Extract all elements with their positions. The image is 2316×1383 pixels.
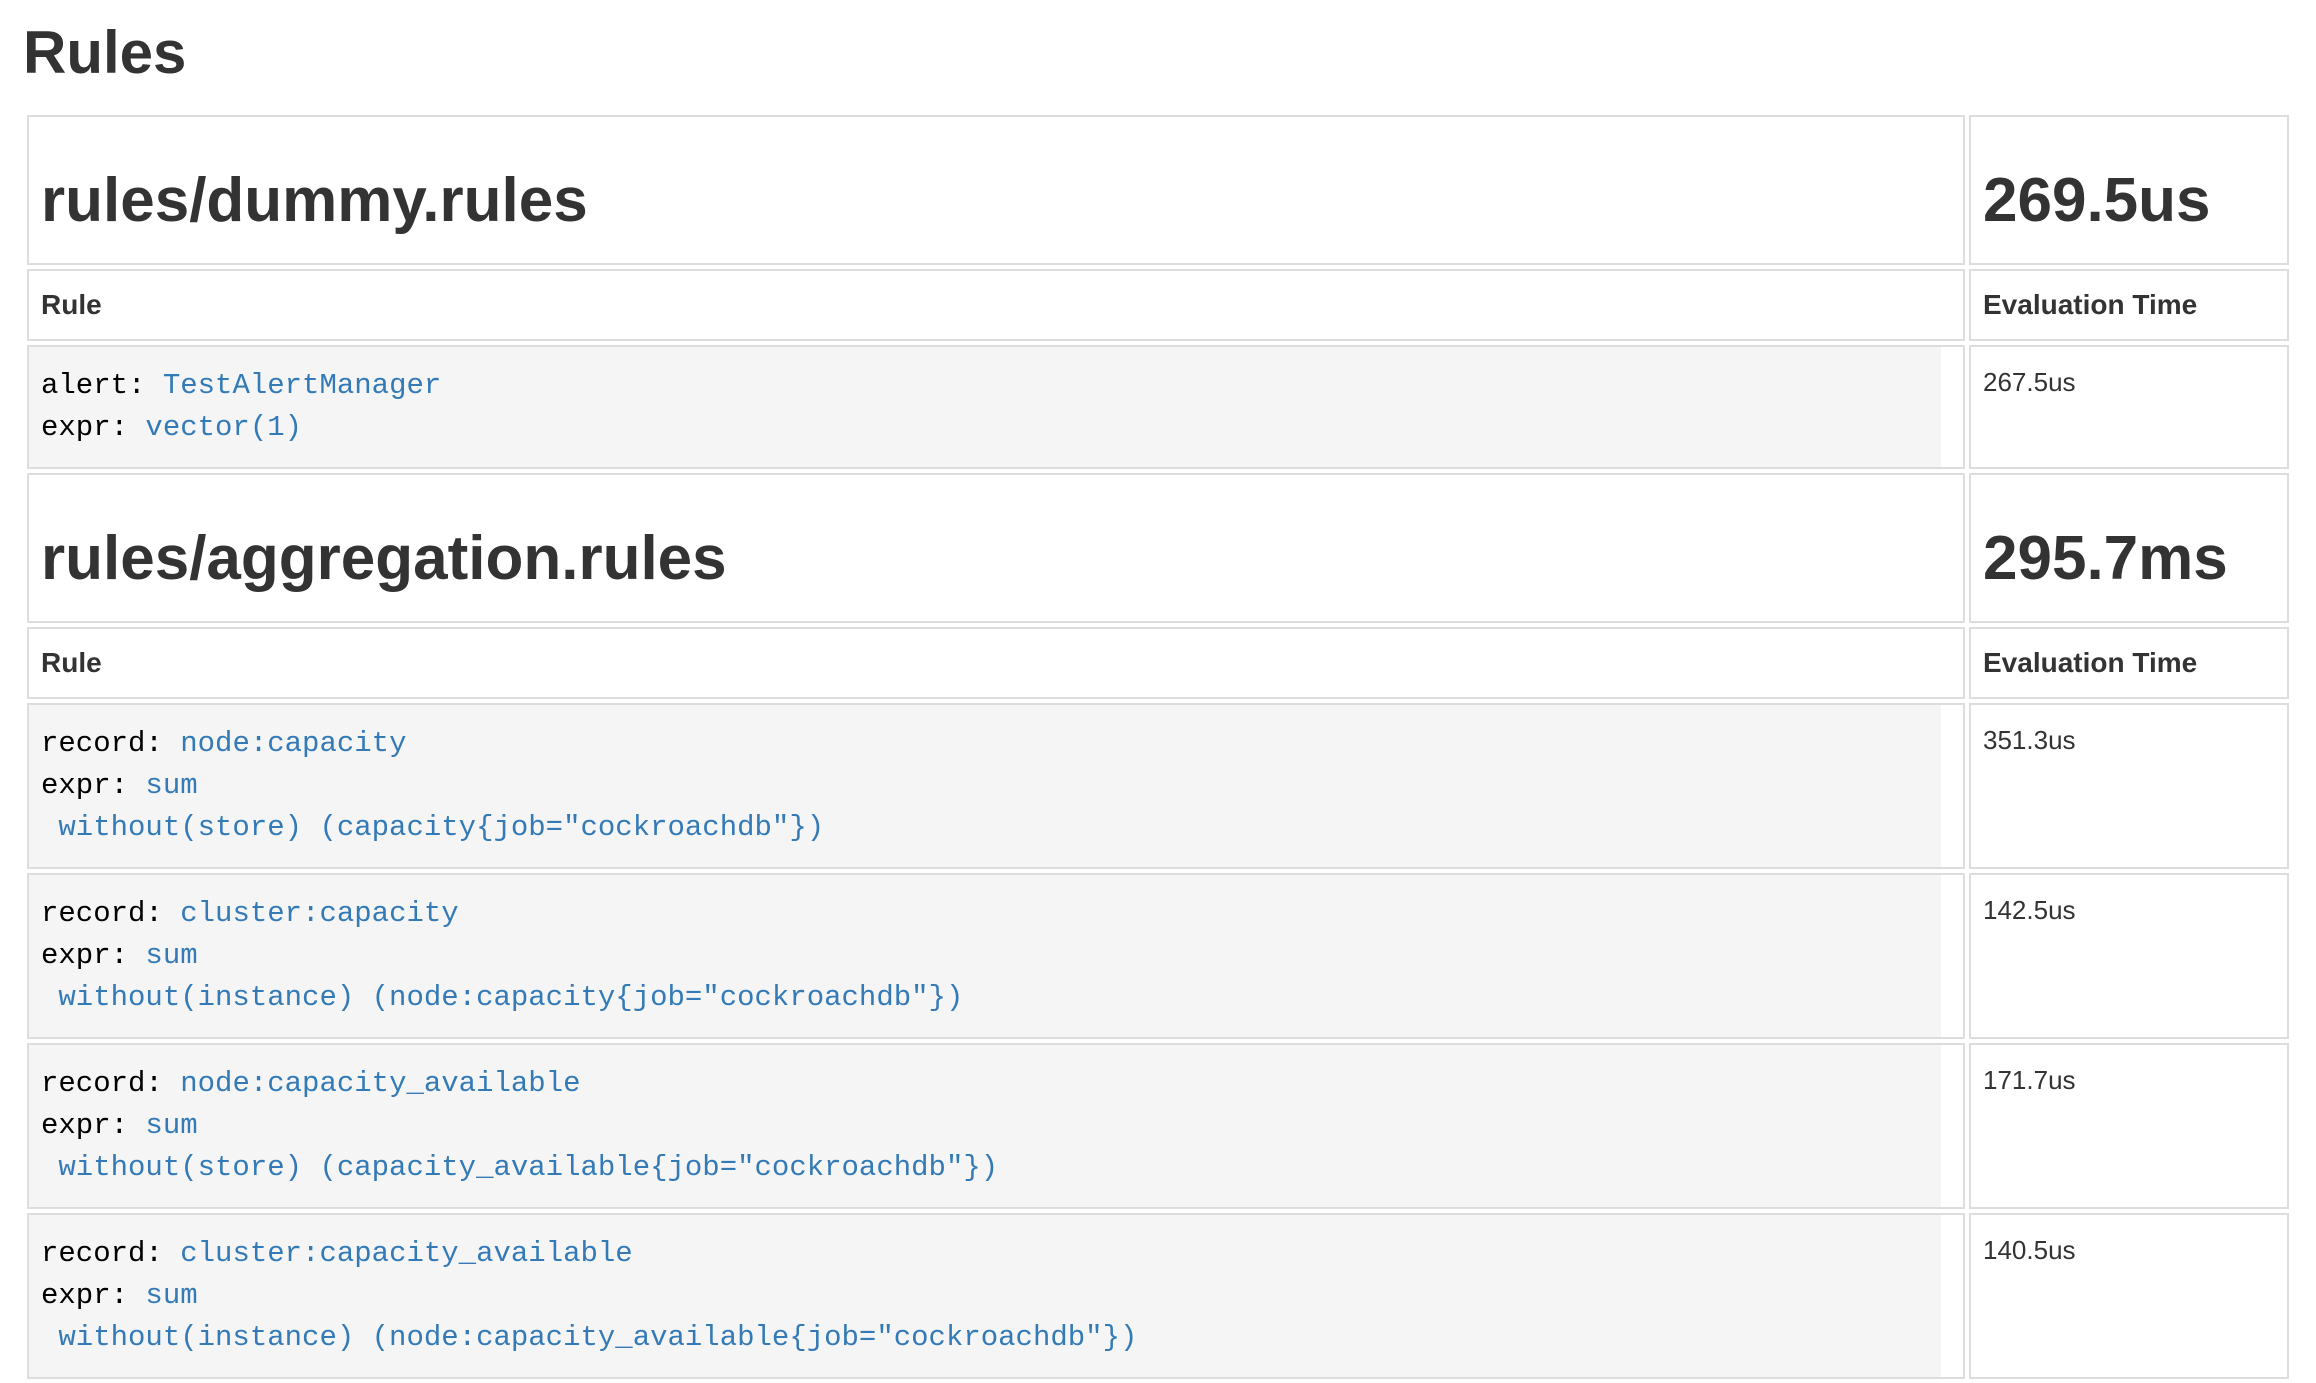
rules-table-body: rules/dummy.rules269.5usRuleEvaluation T… — [27, 115, 2289, 1379]
code-keyword: record: — [41, 727, 180, 760]
page-title: Rules — [23, 18, 2293, 87]
column-header-row: RuleEvaluation Time — [27, 269, 2289, 341]
rule-code-block: record: cluster:capacity_available expr:… — [29, 1215, 1941, 1377]
rule-code-block: alert: TestAlertManager expr: vector(1) — [29, 347, 1941, 467]
rule-expression-link[interactable]: vector(1) — [145, 411, 302, 444]
rule-column-header: Rule — [27, 627, 1965, 699]
rule-group-eval-time-cell: 295.7ms — [1969, 473, 2289, 623]
rules-page: Rules rules/dummy.rules269.5usRuleEvalua… — [23, 18, 2293, 1383]
rule-cell: record: cluster:capacity_available expr:… — [27, 1213, 1965, 1379]
rule-row: record: cluster:capacity expr: sum witho… — [27, 873, 2289, 1039]
rule-expression-link[interactable]: sum without(instance) (node:capacity{job… — [41, 939, 963, 1014]
rule-group-eval-time: 295.7ms — [1983, 525, 2271, 593]
rule-expression-link[interactable]: TestAlertManager — [163, 369, 441, 402]
code-keyword: alert: — [41, 369, 163, 402]
code-keyword: expr: — [41, 769, 145, 802]
rule-group-file: rules/aggregation.rules — [41, 525, 1947, 593]
code-keyword: expr: — [41, 1279, 145, 1312]
rule-column-header: Rule — [27, 269, 1965, 341]
rule-code-block: record: node:capacity expr: sum without(… — [29, 705, 1941, 867]
rule-row: alert: TestAlertManager expr: vector(1)2… — [27, 345, 2289, 469]
rule-row: record: cluster:capacity_available expr:… — [27, 1213, 2289, 1379]
eval-time-column-header: Evaluation Time — [1969, 269, 2289, 341]
rule-eval-time: 267.5us — [1969, 345, 2289, 469]
rule-eval-time: 171.7us — [1969, 1043, 2289, 1209]
rule-cell: record: node:capacity_available expr: su… — [27, 1043, 1965, 1209]
rule-expression-link[interactable]: sum without(store) (capacity{job="cockro… — [41, 769, 824, 844]
rule-code-block: record: node:capacity_available expr: su… — [29, 1045, 1941, 1207]
rule-group-header-row: rules/aggregation.rules 295.7ms — [27, 473, 2289, 623]
rule-group-header-row: rules/dummy.rules 269.5us — [27, 115, 2289, 265]
code-keyword: record: — [41, 1067, 180, 1100]
code-keyword: expr: — [41, 1109, 145, 1142]
rule-expression-link[interactable]: cluster:capacity_available — [180, 1237, 632, 1270]
rule-eval-time: 351.3us — [1969, 703, 2289, 869]
rule-code-block: record: cluster:capacity expr: sum witho… — [29, 875, 1941, 1037]
rule-row: record: node:capacity expr: sum without(… — [27, 703, 2289, 869]
rule-group-eval-time: 269.5us — [1983, 167, 2271, 235]
rule-cell: record: node:capacity expr: sum without(… — [27, 703, 1965, 869]
rule-cell: alert: TestAlertManager expr: vector(1) — [27, 345, 1965, 469]
eval-time-column-header: Evaluation Time — [1969, 627, 2289, 699]
code-keyword: expr: — [41, 411, 145, 444]
rule-row: record: node:capacity_available expr: su… — [27, 1043, 2289, 1209]
rule-eval-time: 140.5us — [1969, 1213, 2289, 1379]
code-keyword: record: — [41, 897, 180, 930]
code-keyword: record: — [41, 1237, 180, 1270]
rule-expression-link[interactable]: sum without(instance) (node:capacity_ava… — [41, 1279, 1137, 1354]
rule-group-file-cell: rules/dummy.rules — [27, 115, 1965, 265]
rule-expression-link[interactable]: node:capacity — [180, 727, 406, 760]
code-keyword: expr: — [41, 939, 145, 972]
rules-table: rules/dummy.rules269.5usRuleEvaluation T… — [23, 111, 2293, 1383]
rule-expression-link[interactable]: cluster:capacity — [180, 897, 458, 930]
rule-group-file-cell: rules/aggregation.rules — [27, 473, 1965, 623]
rule-expression-link[interactable]: sum without(store) (capacity_available{j… — [41, 1109, 998, 1184]
column-header-row: RuleEvaluation Time — [27, 627, 2289, 699]
rule-expression-link[interactable]: node:capacity_available — [180, 1067, 580, 1100]
rule-group-eval-time-cell: 269.5us — [1969, 115, 2289, 265]
rule-cell: record: cluster:capacity expr: sum witho… — [27, 873, 1965, 1039]
rule-group-file: rules/dummy.rules — [41, 167, 1947, 235]
rule-eval-time: 142.5us — [1969, 873, 2289, 1039]
